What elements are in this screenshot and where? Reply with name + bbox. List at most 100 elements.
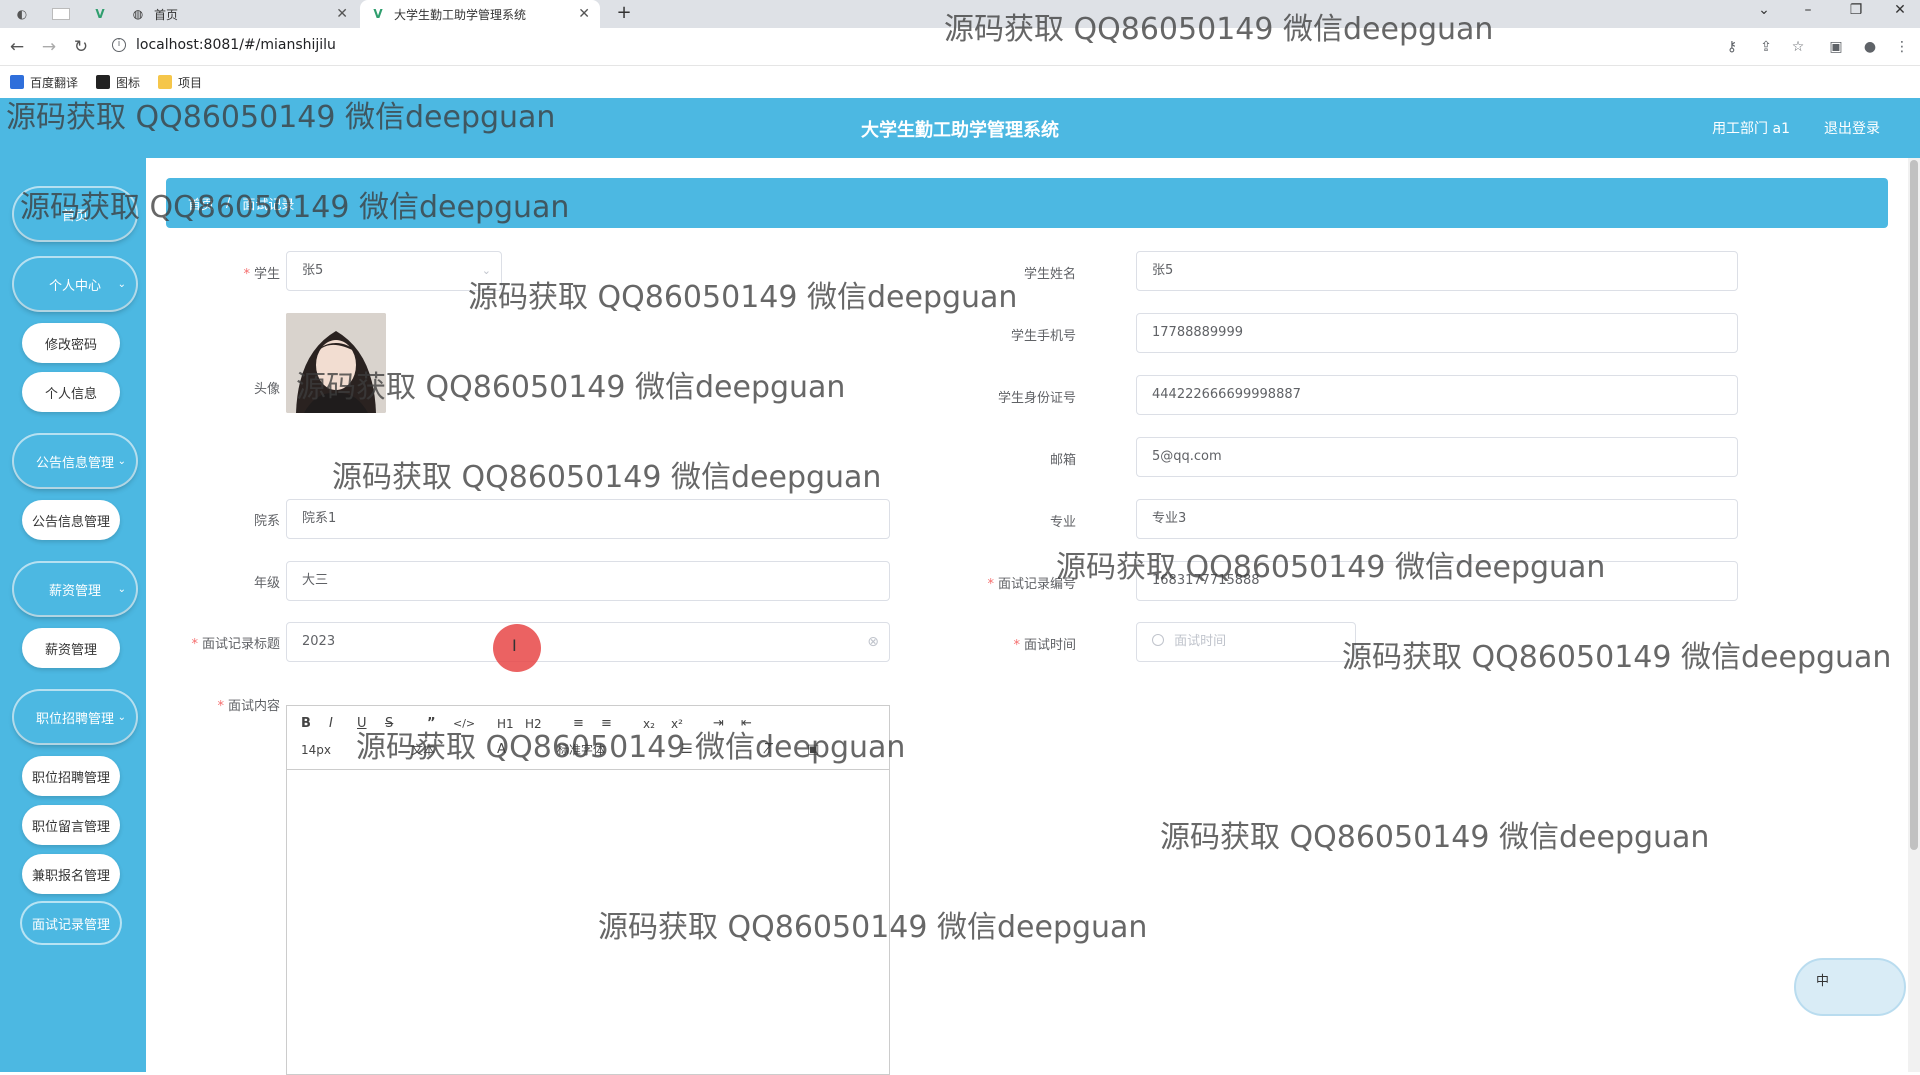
subscript-button[interactable]: x₂ bbox=[643, 714, 655, 734]
key-icon[interactable]: ⚷ bbox=[1722, 37, 1742, 57]
id-card-field[interactable]: 444222666699998887 bbox=[1136, 375, 1738, 415]
star-icon[interactable]: ☆ bbox=[1788, 37, 1808, 57]
email-field[interactable]: 5@qq.com bbox=[1136, 437, 1738, 477]
app-header: 大学生勤工助学管理系统 用工部门 a1 退出登录 bbox=[0, 98, 1920, 158]
bold-button[interactable]: B bbox=[301, 714, 311, 734]
clock-icon bbox=[1152, 634, 1164, 646]
ime-widget[interactable]: 中 bbox=[1794, 958, 1906, 1016]
underline-button[interactable]: U bbox=[357, 714, 367, 734]
quote-button[interactable]: ” bbox=[427, 714, 436, 734]
site-info-icon[interactable]: i bbox=[112, 38, 126, 52]
sidebar-item-label: 修改密码 bbox=[44, 337, 97, 353]
globe-icon: ◍ bbox=[132, 7, 144, 21]
breadcrumb-separator: / bbox=[226, 195, 231, 211]
url-field[interactable]: i localhost:8081/#/mianshijilu bbox=[112, 37, 336, 53]
bookmark-icons[interactable]: 图标 bbox=[96, 74, 140, 91]
tab-search-icon[interactable]: ⌄ bbox=[1752, 2, 1776, 18]
minimize-icon[interactable]: – bbox=[1796, 2, 1820, 18]
major-label: 专业 bbox=[1049, 515, 1076, 530]
tab-title: 首页 bbox=[154, 7, 179, 22]
text-style-select[interactable]: 文本 bbox=[411, 740, 435, 760]
bookmark-label: 图标 bbox=[116, 75, 141, 90]
menu-icon[interactable]: ⋮ bbox=[1892, 37, 1912, 57]
clear-format-icon[interactable]: T̸ bbox=[765, 740, 773, 760]
reload-icon[interactable]: ↻ bbox=[70, 36, 92, 58]
indent-button[interactable]: ⇥ bbox=[713, 714, 724, 734]
record-title-value: 2023 bbox=[302, 634, 336, 649]
sidebar-group-notice[interactable]: 公告信息管理 ⌄ bbox=[14, 435, 136, 487]
italic-button[interactable]: I bbox=[329, 714, 333, 734]
sidebar-item-job-recruit[interactable]: 职位招聘管理 bbox=[22, 756, 120, 796]
pinned-tab-icon[interactable] bbox=[52, 8, 70, 20]
window-close-icon[interactable]: ✕ bbox=[1888, 2, 1912, 18]
major-field[interactable]: 专业3 bbox=[1136, 499, 1738, 539]
align-icon[interactable]: ☰ bbox=[681, 740, 693, 760]
back-icon[interactable]: ← bbox=[6, 36, 28, 58]
tab-home[interactable]: ◍ 首页 ✕ bbox=[120, 0, 358, 28]
strike-button[interactable]: S bbox=[385, 714, 393, 734]
bullet-list-button[interactable]: ≡ bbox=[601, 714, 612, 734]
sidebar-item-label: 兼职报名管理 bbox=[31, 868, 110, 884]
sidebar-item-interview-record[interactable]: 面试记录管理 bbox=[22, 903, 120, 943]
pinned-tab-vue-icon[interactable]: V bbox=[92, 6, 108, 22]
sidebar-item-home[interactable]: 首页 bbox=[14, 188, 136, 240]
outdent-button[interactable]: ⇤ bbox=[741, 714, 752, 734]
sidebar: 首页 个人中心 ⌄ 修改密码 个人信息 公告信息管理 ⌄ 公告信息管理 薪资管理… bbox=[0, 158, 146, 1072]
close-tab-icon[interactable]: ✕ bbox=[336, 6, 348, 22]
college-field[interactable]: 院系1 bbox=[286, 499, 890, 539]
chevron-down-icon: ⌄ bbox=[481, 264, 491, 277]
superscript-button[interactable]: x² bbox=[671, 714, 683, 734]
ordered-list-button[interactable]: ≡ bbox=[573, 714, 584, 734]
h2-button[interactable]: H2 bbox=[525, 714, 542, 734]
rich-text-editor[interactable]: B I U S ” </> H1 H2 ≡ ≡ x₂ x² ⇥ ⇤ 14px 文… bbox=[286, 705, 890, 1075]
sidebar-item-label: 首页 bbox=[61, 208, 88, 224]
id-card-label: 学生身份证号 bbox=[997, 391, 1076, 406]
translate-icon bbox=[10, 75, 24, 89]
share-icon[interactable]: ⇪ bbox=[1756, 37, 1776, 57]
new-tab-icon[interactable]: + bbox=[612, 2, 636, 23]
sidebar-group-label: 公告信息管理 bbox=[35, 455, 114, 471]
sidebar-item-job-message[interactable]: 职位留言管理 bbox=[22, 805, 120, 845]
font-size-select[interactable]: 14px bbox=[301, 740, 331, 760]
record-title-field[interactable]: 2023 ⊗ bbox=[286, 622, 890, 662]
breadcrumb-home[interactable]: 首页 bbox=[188, 194, 214, 213]
code-button[interactable]: </> bbox=[453, 714, 475, 734]
clear-icon[interactable]: ⊗ bbox=[867, 623, 879, 661]
record-no-field[interactable]: 1683177715888 bbox=[1136, 561, 1738, 601]
interview-time-picker[interactable]: 面试时间 bbox=[1136, 622, 1356, 662]
bookmarks-bar: 百度翻译 图标 项目 bbox=[0, 66, 1920, 98]
insert-image-icon[interactable]: ▣ bbox=[807, 740, 819, 760]
email-label: 邮箱 bbox=[1049, 453, 1076, 468]
breadcrumb: 首页 / 面试记录 bbox=[166, 178, 1888, 228]
close-tab-icon[interactable]: ✕ bbox=[578, 6, 590, 22]
phone-field[interactable]: 17788889999 bbox=[1136, 313, 1738, 353]
profile-icon[interactable]: ● bbox=[1860, 37, 1880, 57]
bookmark-label: 百度翻译 bbox=[30, 75, 79, 90]
student-name-field[interactable]: 张5 bbox=[1136, 251, 1738, 291]
sidebar-item-label: 个人信息 bbox=[44, 386, 97, 402]
record-title-label: * 面试记录标题 bbox=[191, 637, 280, 652]
tab-system[interactable]: V 大学生勤工助学管理系统 ✕ bbox=[360, 0, 600, 28]
side-panel-icon[interactable]: ▣ bbox=[1826, 37, 1846, 57]
sidebar-item-label: 公告信息管理 bbox=[31, 514, 110, 530]
sidebar-group-label: 薪资管理 bbox=[48, 583, 101, 599]
bookmark-baidu-translate[interactable]: 百度翻译 bbox=[10, 74, 78, 91]
forward-icon[interactable]: → bbox=[38, 36, 60, 58]
pinned-tab-icon[interactable]: ◐ bbox=[14, 6, 30, 22]
url-text: localhost:8081/#/mianshijilu bbox=[136, 37, 336, 53]
sidebar-item-part-time-signup[interactable]: 兼职报名管理 bbox=[22, 854, 120, 894]
h1-button[interactable]: H1 bbox=[497, 714, 514, 734]
sidebar-item-change-password[interactable]: 修改密码 bbox=[22, 323, 120, 363]
restore-icon[interactable]: ❐ bbox=[1844, 2, 1868, 18]
scrollbar-thumb[interactable] bbox=[1910, 160, 1918, 850]
font-family-select[interactable]: 标准字体 bbox=[557, 740, 605, 760]
interview-time-label: * 面试时间 bbox=[1013, 638, 1076, 653]
logout-link[interactable]: 退出登录 bbox=[1824, 118, 1880, 138]
current-user: 用工部门 a1 bbox=[1712, 121, 1790, 137]
text-color-icon[interactable]: A bbox=[497, 740, 506, 760]
college-label: 院系 bbox=[253, 514, 280, 529]
bookmark-project[interactable]: 项目 bbox=[158, 74, 202, 91]
student-select[interactable]: 张5 ⌄ bbox=[286, 251, 502, 291]
grade-field[interactable]: 大三 bbox=[286, 561, 890, 601]
sidebar-item-label: 职位留言管理 bbox=[31, 819, 110, 835]
